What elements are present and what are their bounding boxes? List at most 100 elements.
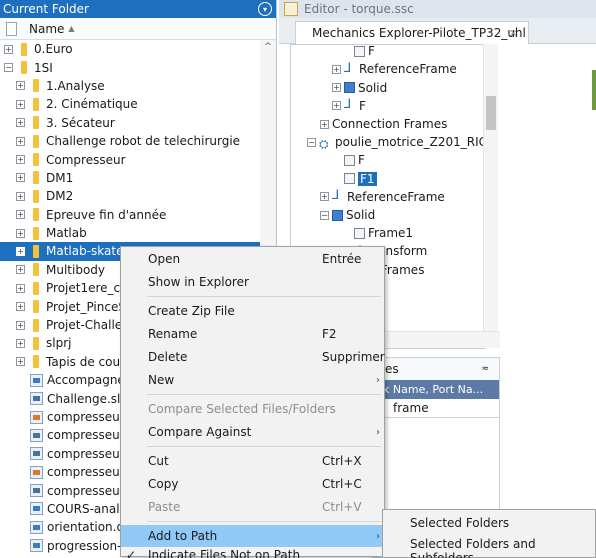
menu-item-compare-against[interactable]: Compare Against ›: [121, 421, 384, 443]
tree-node[interactable]: F1: [344, 169, 377, 188]
tree-node[interactable]: + Connection Frames: [320, 115, 447, 134]
menu-item-rename[interactable]: Rename F2: [121, 323, 384, 345]
scroll-thumb[interactable]: [486, 96, 496, 130]
simulink-file-icon: [30, 428, 43, 442]
menu-item-indicate-files-not-on-path[interactable]: ✓ Indicate Files Not on Path: [121, 544, 384, 558]
folder-item[interactable]: +1.Analyse: [0, 77, 260, 95]
expand-icon[interactable]: +: [332, 101, 341, 111]
submenu-item[interactable]: Selected Folders and Subfolders: [410, 537, 595, 558]
expand-icon[interactable]: +: [320, 192, 329, 202]
folder-item[interactable]: + DM2: [0, 187, 260, 205]
expand-icon[interactable]: +: [16, 210, 25, 220]
tree-node-label: Solid: [358, 80, 388, 95]
menu-item-show-in-explorer[interactable]: Show in Explorer: [121, 271, 384, 293]
item-label: orientation.d: [47, 520, 125, 535]
collapse-icon[interactable]: ≈: [481, 364, 489, 374]
item-label: progression-: [47, 538, 122, 553]
panel-actions-dropdown-icon[interactable]: ▾: [258, 2, 272, 16]
tree-node[interactable]: + ⅃ ReferenceFrame: [320, 188, 445, 207]
simulink-file-icon: [30, 484, 43, 498]
properties-value[interactable]: frame: [373, 399, 499, 418]
tree-node[interactable]: Frame1: [354, 224, 413, 243]
folder-item[interactable]: + Challenge robot de telechirurgie: [0, 132, 260, 150]
expand-icon[interactable]: +: [16, 283, 25, 293]
expand-icon[interactable]: +: [16, 338, 25, 348]
menu-item-shortcut: Ctrl+V: [322, 500, 362, 514]
folder-item[interactable]: − 1SI: [0, 58, 260, 76]
menu-item-new[interactable]: New ›: [121, 369, 384, 391]
tree-node[interactable]: + Solid: [332, 78, 387, 97]
expand-icon[interactable]: +: [332, 83, 341, 93]
menu-item-open[interactable]: Open Entrée: [121, 248, 384, 270]
collapse-icon[interactable]: −: [307, 137, 316, 147]
tree-node-label: F: [368, 44, 375, 59]
tree-node[interactable]: − Solid: [320, 206, 375, 225]
panel-title: Current Folder: [3, 2, 89, 16]
menu-item-delete[interactable]: Delete Supprimer: [121, 346, 385, 368]
folder-item[interactable]: + Matlab: [0, 224, 260, 242]
add-to-path-submenu: Selected Folders Selected Folders and Sub…: [382, 509, 596, 558]
menu-item-label: Paste: [148, 500, 181, 514]
tree-node-label: ReferenceFrame: [347, 189, 445, 204]
expand-icon[interactable]: +: [16, 81, 25, 91]
expand-icon[interactable]: +: [16, 320, 25, 330]
expand-icon[interactable]: +: [16, 357, 25, 367]
matlab-file-icon: [30, 410, 43, 424]
tree-node[interactable]: + ⅃ ReferenceFrame: [332, 60, 457, 79]
folder-icon: [33, 300, 39, 314]
menu-item-label: Cut: [148, 454, 169, 468]
tree-node[interactable]: F: [354, 44, 375, 61]
expand-icon[interactable]: +: [16, 173, 25, 183]
expand-icon[interactable]: +: [16, 302, 25, 312]
menu-item-cut[interactable]: Cut Ctrl+X: [121, 450, 384, 472]
expand-icon[interactable]: +: [16, 228, 25, 238]
menu-item-copy[interactable]: Copy Ctrl+C: [121, 473, 384, 495]
menu-item-shortcut: Entrée: [322, 252, 362, 266]
menu-item-paste: Paste Ctrl+V: [121, 496, 384, 518]
editor-tabbar: Mechanics Explorer-Pilote_TP32_uhl ✕: [279, 18, 596, 44]
expand-icon[interactable]: +: [16, 265, 25, 275]
tree-vertical-scrollbar[interactable]: [483, 44, 498, 334]
submenu-item[interactable]: Selected Folders: [410, 516, 509, 530]
folder-item[interactable]: +2. Cinématique: [0, 95, 260, 113]
expand-icon[interactable]: +: [4, 44, 13, 54]
folder-icon: [33, 153, 39, 167]
file-icon: [30, 520, 43, 534]
expand-icon[interactable]: +: [16, 155, 25, 165]
collapse-icon[interactable]: −: [4, 63, 13, 73]
scroll-up-icon[interactable]: ^: [260, 40, 276, 52]
collapse-icon[interactable]: −: [320, 210, 329, 220]
item-label: Compresseur: [46, 152, 126, 167]
item-label: Projet-Challe: [46, 318, 123, 333]
folder-item[interactable]: +3. Sécateur: [0, 114, 260, 132]
expand-icon[interactable]: +: [16, 191, 25, 201]
folder-item[interactable]: +0.Euro: [0, 40, 260, 58]
tree-node[interactable]: − ⛭ poulie_motrice_Z201_RIG: [307, 133, 485, 152]
tree-node[interactable]: + ⅃ F: [332, 97, 366, 116]
expand-icon[interactable]: +: [16, 246, 25, 256]
item-label: Challenge robot de telechirurgie: [46, 134, 241, 149]
folder-item[interactable]: + Epreuve fin d'année: [0, 206, 260, 224]
tree-node-label: F: [359, 98, 366, 113]
item-label: 1.Analyse: [46, 78, 105, 93]
expand-icon[interactable]: +: [332, 64, 341, 74]
item-label: Matlab-skate: [46, 244, 124, 259]
menu-item-label: Rename: [148, 327, 198, 341]
name-column-header[interactable]: Name ▲: [0, 18, 276, 40]
folder-item[interactable]: + Compresseur: [0, 150, 260, 168]
reference-frame-icon: ⅃: [344, 60, 352, 76]
tab-mechanics-explorer[interactable]: Mechanics Explorer-Pilote_TP32_uhl ✕: [295, 21, 529, 44]
expand-icon[interactable]: +: [320, 119, 329, 129]
tree-node[interactable]: F: [344, 151, 365, 170]
close-tab-icon[interactable]: ✕: [509, 27, 518, 40]
checkmark-icon: ✓: [126, 548, 137, 558]
menu-item-label: Add to Path: [148, 529, 218, 543]
expand-icon[interactable]: +: [16, 99, 25, 109]
menu-item-create-zip-file[interactable]: Create Zip File: [121, 300, 384, 322]
expand-icon[interactable]: +: [16, 118, 25, 128]
reference-frame-icon: ⅃: [332, 188, 340, 204]
folder-item[interactable]: + DM1: [0, 169, 260, 187]
expand-icon[interactable]: +: [16, 136, 25, 146]
frame-port-icon: [354, 227, 365, 239]
item-label: slprj: [46, 336, 72, 351]
